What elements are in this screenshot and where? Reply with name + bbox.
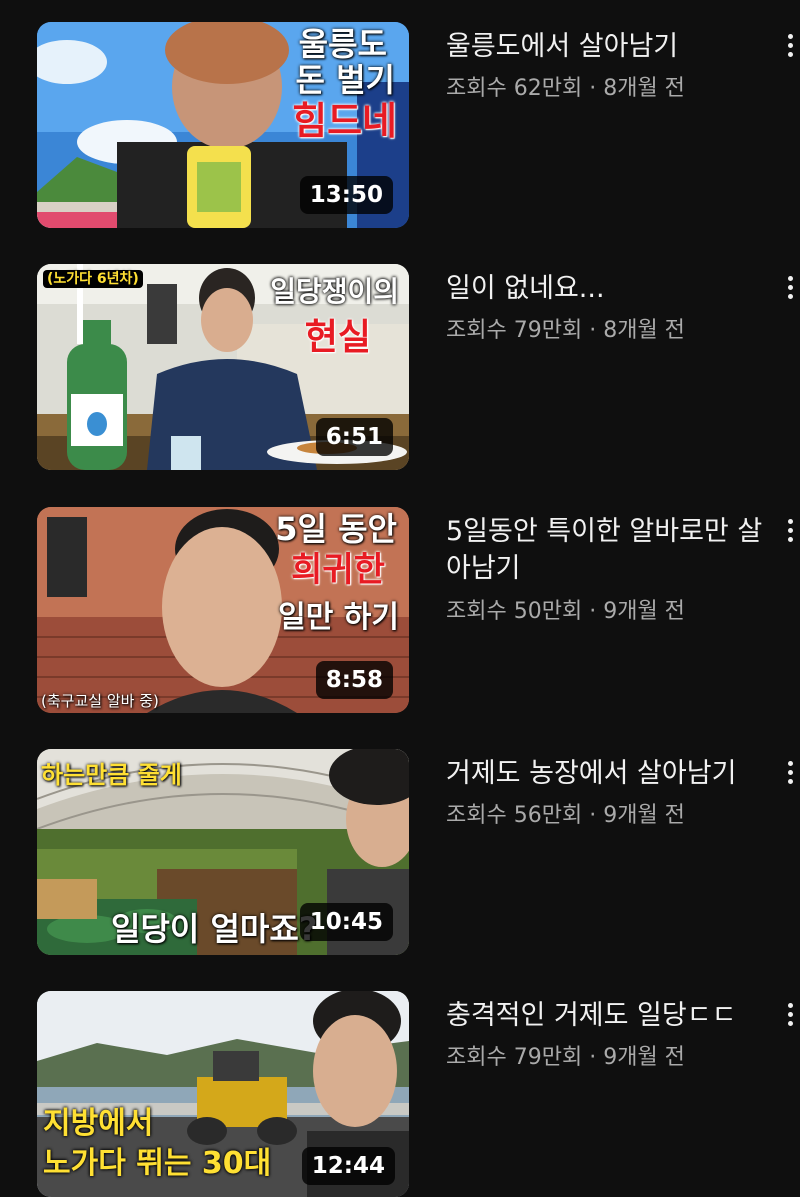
view-count: 조회수 79만회 [446, 318, 583, 343]
thumbnail-caption: 힘드네 [292, 99, 397, 143]
video-duration: 6:51 [315, 418, 393, 456]
thumbnail-caption: 울릉도 [298, 25, 387, 63]
more-vert-icon[interactable] [788, 761, 800, 788]
video-meta: 조회수 79만회 · 8개월 전 [446, 312, 685, 344]
video-thumbnail[interactable]: 울릉도 돈 벌기 힘드네 13:50 [37, 22, 409, 228]
video-item[interactable]: (노가다 6년차) 일당쟁이의 현실 6:51 일이 없네요... 조회수 79… [0, 264, 800, 470]
meta-separator: · [589, 803, 597, 828]
video-title[interactable]: 거제도 농장에서 살아남기 [446, 755, 776, 792]
video-thumbnail[interactable]: 5일 동안 희귀한 일만 하기 (축구교실 알바 중) 8:58 [37, 507, 409, 713]
thumbnail-caption: 지방에서 [43, 1106, 154, 1141]
video-meta: 조회수 62만회 · 8개월 전 [446, 70, 685, 102]
video-item[interactable]: 울릉도 돈 벌기 힘드네 13:50 울릉도에서 살아남기 조회수 62만회 ·… [0, 22, 800, 228]
video-item[interactable]: 지방에서 노가다 뛰는 30대 12:44 충격적인 거제도 일당ㄷㄷ 조회수 … [0, 991, 800, 1197]
video-title[interactable]: 일이 없네요... [446, 270, 776, 307]
video-duration: 8:58 [315, 661, 393, 699]
video-thumbnail[interactable]: (노가다 6년차) 일당쟁이의 현실 6:51 [37, 264, 409, 470]
thumbnail-caption: 일만 하기 [278, 600, 399, 635]
thumbnail-caption: 5일 동안 [275, 510, 397, 548]
video-title[interactable]: 울릉도에서 살아남기 [446, 28, 776, 65]
thumbnail-caption: 일당쟁이의 [270, 275, 399, 308]
video-duration: 12:44 [301, 1147, 395, 1185]
thumbnail-caption: 돈 벌기 [295, 61, 395, 99]
thumbnail-caption: 하는만큼 줄게 [41, 761, 182, 789]
thumbnail-caption: 현실 [304, 317, 371, 358]
video-thumbnail[interactable]: 지방에서 노가다 뛰는 30대 12:44 [37, 991, 409, 1197]
video-title[interactable]: 충격적인 거제도 일당ㄷㄷ [446, 997, 776, 1034]
view-count: 조회수 50만회 [446, 599, 583, 624]
video-duration: 10:45 [299, 903, 393, 941]
meta-separator: · [589, 76, 597, 101]
thumbnail-caption: 일당이 얼마죠? [111, 910, 318, 948]
meta-separator: · [589, 599, 597, 624]
more-vert-icon[interactable] [788, 519, 800, 546]
thumbnail-caption: (축구교실 알바 중) [41, 692, 159, 710]
more-vert-icon[interactable] [788, 276, 800, 303]
video-title[interactable]: 5일동안 특이한 알바로만 살아남기 [446, 513, 776, 587]
upload-age: 9개월 전 [603, 803, 685, 828]
thumbnail-caption: 희귀한 [291, 550, 385, 590]
upload-age: 8개월 전 [603, 318, 685, 343]
view-count: 조회수 62만회 [446, 76, 583, 101]
more-vert-icon[interactable] [788, 34, 800, 61]
video-meta: 조회수 79만회 · 9개월 전 [446, 1039, 685, 1071]
video-thumbnail[interactable]: 하는만큼 줄게 일당이 얼마죠? 10:45 [37, 749, 409, 955]
video-item[interactable]: 하는만큼 줄게 일당이 얼마죠? 10:45 거제도 농장에서 살아남기 조회수… [0, 749, 800, 955]
video-duration: 13:50 [299, 176, 393, 214]
video-meta: 조회수 50만회 · 9개월 전 [446, 593, 685, 625]
upload-age: 8개월 전 [603, 76, 685, 101]
video-meta: 조회수 56만회 · 9개월 전 [446, 797, 685, 829]
view-count: 조회수 79만회 [446, 1045, 583, 1070]
thumbnail-caption: 노가다 뛰는 30대 [43, 1146, 272, 1181]
upload-age: 9개월 전 [603, 1045, 685, 1070]
video-item[interactable]: 5일 동안 희귀한 일만 하기 (축구교실 알바 중) 8:58 5일동안 특이… [0, 507, 800, 713]
upload-age: 9개월 전 [603, 599, 685, 624]
meta-separator: · [589, 1045, 597, 1070]
meta-separator: · [589, 318, 597, 343]
more-vert-icon[interactable] [788, 1003, 800, 1030]
thumbnail-caption: (노가다 6년차) [43, 270, 143, 288]
view-count: 조회수 56만회 [446, 803, 583, 828]
